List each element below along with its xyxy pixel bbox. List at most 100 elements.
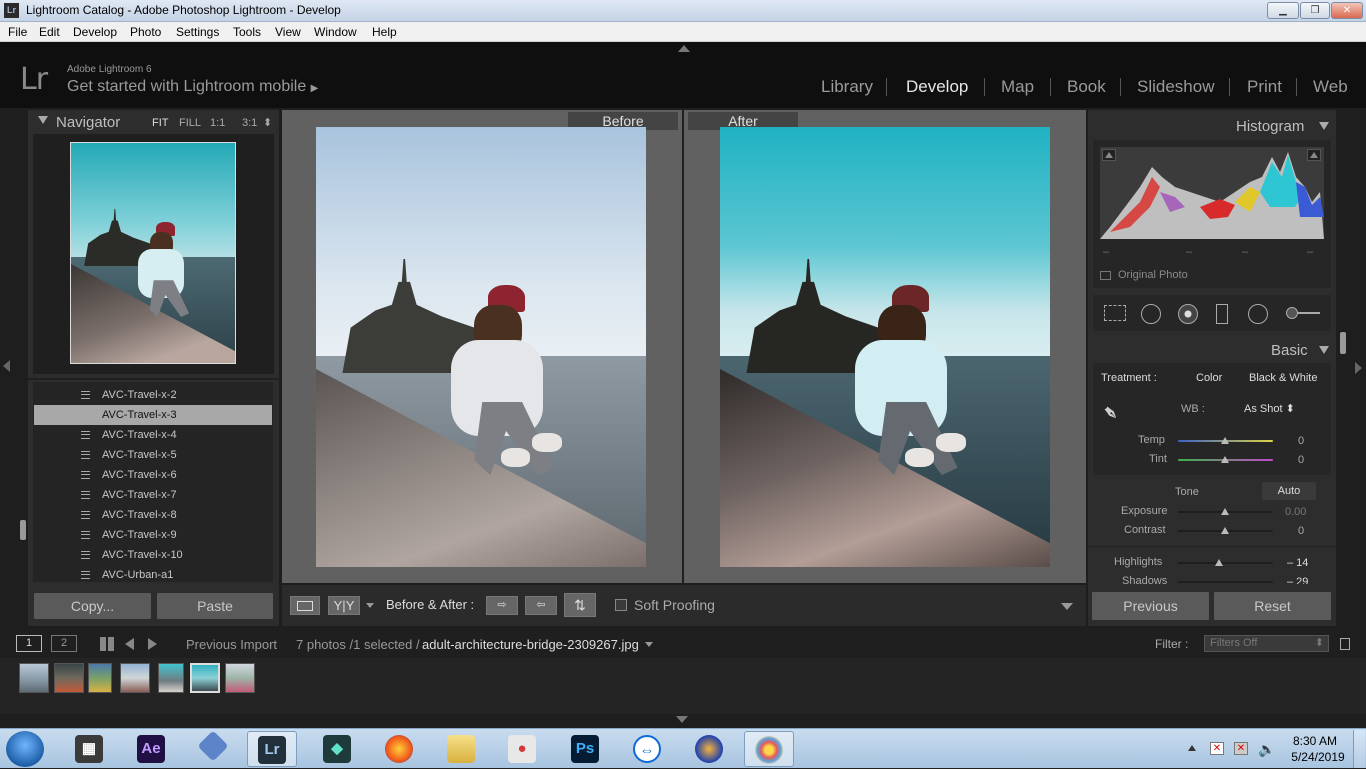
histogram-toggle-icon[interactable] [1319,122,1329,130]
shadow-clipping-icon[interactable] [1102,149,1116,161]
shadows-slider[interactable] [1178,581,1273,583]
tray-expand-icon[interactable] [1188,745,1196,751]
clock-date[interactable]: 5/24/2019 [1290,750,1346,764]
menu-view[interactable]: View [275,25,301,39]
treatment-color-option[interactable]: Color [1196,372,1222,384]
film-thumbnail[interactable] [158,663,184,693]
temp-slider-knob[interactable] [1221,437,1229,444]
navigator-preview-image[interactable] [70,142,236,364]
current-filename[interactable]: adult-architecture-bridge-2309267.jpg [422,637,639,652]
left-panel-scrollbar[interactable] [20,520,26,540]
action-center-icon[interactable]: ✕ [1210,742,1224,755]
taskbar-app-diamond[interactable] [188,730,238,767]
film-thumbnail[interactable] [54,663,84,693]
swap-before-after-button[interactable]: ⇅ [564,593,596,617]
before-image[interactable] [316,127,646,567]
menu-edit[interactable]: Edit [39,25,60,39]
module-slideshow[interactable]: Slideshow [1137,77,1215,97]
film-thumbnail[interactable] [88,663,112,693]
adjustment-brush-icon[interactable] [1286,307,1320,319]
highlights-slider-knob[interactable] [1215,559,1223,566]
collapse-right-icon[interactable] [1355,362,1362,374]
menu-help[interactable]: Help [372,25,397,39]
film-thumbnail-selected[interactable] [190,663,220,693]
view-dropdown-icon[interactable] [366,603,374,608]
soft-proofing-checkbox[interactable] [615,599,627,611]
lightroom-mobile-link[interactable]: Get started with Lightroom mobile ▶ [67,78,318,96]
list-item[interactable]: AVC-Travel-x-9 [34,525,272,545]
list-item[interactable]: AVC-Travel-x-2 [34,385,272,405]
exposure-value[interactable]: 0.00 [1285,506,1306,518]
wb-select[interactable]: As Shot ⬍ [1244,402,1295,415]
crop-tool-icon[interactable] [1104,305,1126,321]
volume-icon[interactable]: 🔈 [1258,741,1275,758]
taskbar-app-photoshop[interactable]: Ps [560,731,610,767]
highlights-value[interactable]: – 14 [1287,557,1308,569]
film-thumbnail[interactable] [225,663,255,693]
forward-arrow-icon[interactable] [148,638,157,650]
menu-settings[interactable]: Settings [176,25,219,39]
module-map[interactable]: Map [1001,77,1034,97]
copy-after-to-before-button[interactable]: ⇦ [525,596,557,615]
list-item[interactable]: AVC-Travel-x-5 [34,445,272,465]
contrast-value[interactable]: 0 [1298,525,1304,537]
taskbar-app-lightroom[interactable]: Lr [247,731,297,767]
loupe-view-button[interactable] [290,596,320,615]
network-icon[interactable]: ✕ [1234,742,1248,755]
after-image[interactable] [720,127,1050,567]
spot-removal-icon[interactable] [1141,304,1161,324]
list-item[interactable]: AVC-Travel-x-4 [34,425,272,445]
reset-button[interactable]: Reset [1214,592,1331,620]
paste-button[interactable]: Paste [157,593,273,619]
film-thumbnail[interactable] [120,663,150,693]
source-label[interactable]: Previous Import [186,637,277,652]
taskbar-app-camera[interactable]: ● [497,731,547,767]
toolbar-menu-icon[interactable] [1061,603,1073,610]
show-desktop-button[interactable] [1353,730,1365,768]
taskbar-app-teamviewer[interactable]: ⇔ [622,731,672,767]
list-item[interactable]: AVC-Travel-x-10 [34,545,272,565]
temp-value[interactable]: 0 [1298,435,1304,447]
collapse-left-icon[interactable] [3,360,10,372]
tone-auto-button[interactable]: Auto [1262,482,1316,500]
list-item[interactable]: AVC-Travel-x-6 [34,465,272,485]
filter-select[interactable]: Filters Off ⬍ [1204,635,1329,652]
highlight-clipping-icon[interactable] [1307,149,1321,161]
list-item[interactable]: AVC-Urban-a1 [34,565,272,585]
menu-tools[interactable]: Tools [233,25,261,39]
taskbar-app-filmora[interactable]: ◆ [312,731,362,767]
taskbar-app-media[interactable]: ▦ [64,731,114,767]
window-1-button[interactable]: 1 [16,635,42,652]
close-button[interactable]: ✕ [1331,2,1363,19]
zoom-arrows-icon[interactable]: ⬍ [263,116,272,129]
tint-slider-knob[interactable] [1221,456,1229,463]
basic-toggle-icon[interactable] [1319,346,1329,354]
red-eye-icon[interactable] [1178,304,1198,324]
copy-button[interactable]: Copy... [34,593,151,619]
module-library[interactable]: Library [821,77,873,97]
menu-window[interactable]: Window [314,25,357,39]
list-item[interactable]: AVC-Travel-x-8 [34,505,272,525]
taskbar-app-after-effects[interactable]: Ae [126,731,176,767]
collapse-top-icon[interactable] [678,45,690,52]
zoom-1-1[interactable]: 1:1 [210,117,225,129]
zoom-fill[interactable]: FILL [179,117,201,129]
back-arrow-icon[interactable] [125,638,134,650]
module-print[interactable]: Print [1247,77,1282,97]
clock-time[interactable]: 8:30 AM [1290,734,1340,748]
navigator-toggle-icon[interactable] [38,116,48,124]
menu-file[interactable]: File [8,25,27,39]
module-web[interactable]: Web [1313,77,1348,97]
exposure-slider-knob[interactable] [1221,508,1229,515]
list-item-selected[interactable]: AVC-Travel-x-3 [34,405,272,425]
film-thumbnail[interactable] [19,663,49,693]
histogram-chart[interactable] [1100,147,1324,239]
taskbar-app-paint[interactable] [744,731,794,767]
right-panel-scrollbar[interactable] [1340,332,1346,354]
minimize-button[interactable]: ▁ [1267,2,1299,19]
windows-start-button[interactable] [6,731,44,767]
tint-value[interactable]: 0 [1298,454,1304,466]
list-item[interactable]: AVC-Travel-x-7 [34,485,272,505]
collapse-bottom-icon[interactable] [676,716,688,723]
menu-develop[interactable]: Develop [73,25,117,39]
